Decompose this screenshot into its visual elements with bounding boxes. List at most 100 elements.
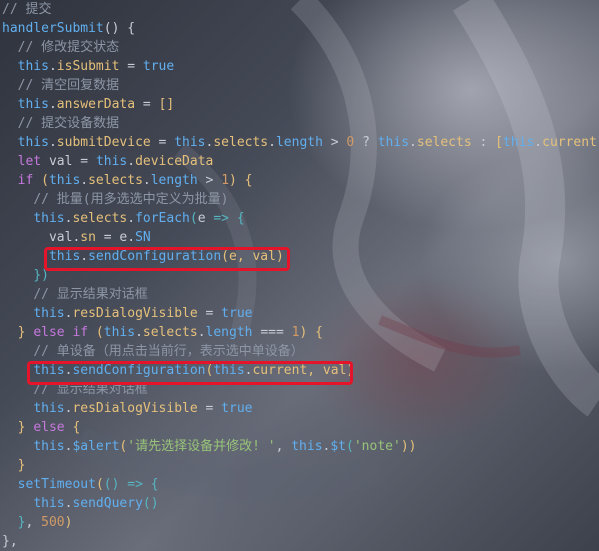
code-token: $alert	[72, 439, 120, 454]
code-token: selects	[142, 325, 198, 340]
code-line: },	[2, 532, 18, 551]
code-line: this.resDialogVisible = true	[2, 399, 252, 418]
code-token: setTimeout	[17, 477, 96, 492]
code-line: if (this.selects.length > 1) {	[2, 171, 253, 190]
code-token: = e.	[95, 230, 136, 245]
code-token: this	[17, 59, 49, 74]
code-token: this	[377, 135, 410, 150]
code-token: current	[542, 135, 597, 150]
code-token: .	[135, 325, 143, 340]
code-token: this	[95, 154, 128, 169]
code-line: }, 500)	[2, 513, 73, 532]
code-token: this	[17, 97, 49, 112]
code-line: // 清空回复数据	[2, 76, 119, 95]
code-token: .	[48, 59, 57, 74]
code-token: (	[95, 477, 104, 492]
code-token: SN	[135, 230, 151, 245]
code-line: // 提交设备数据	[2, 114, 119, 133]
code-line: this.submitDevice = this.selects.length …	[2, 133, 599, 152]
code-token: true	[142, 59, 175, 74]
code-token: forEach	[135, 211, 190, 226]
code-editor: // 提交 handlerSubmit() { // 修改提交状态 this.is…	[0, 0, 599, 551]
code-token: ()	[103, 477, 120, 492]
code-token: this	[33, 496, 65, 511]
code-token: val =	[41, 154, 96, 169]
code-token: // 提交设备数据	[17, 116, 120, 131]
code-token: if	[17, 173, 34, 188]
code-line: this.selects.forEach(e => {	[2, 209, 245, 228]
code-token: sendQuery	[72, 496, 143, 511]
code-line: setTimeout(() => {	[2, 475, 159, 494]
code-token: >	[197, 173, 222, 188]
code-token: ,	[25, 515, 42, 530]
code-token: .	[127, 154, 136, 169]
code-token: length	[150, 173, 198, 188]
code-token: =	[150, 135, 175, 150]
code-line: this.sendQuery()	[2, 494, 158, 513]
code-line: this.isSubmit = true	[2, 57, 175, 76]
code-token: (	[346, 439, 354, 454]
code-token: ===	[252, 325, 292, 340]
code-token: => {	[205, 211, 245, 226]
code-token: :	[471, 135, 496, 150]
code-token: this	[33, 439, 65, 454]
code-token: handlerSubmit	[2, 21, 104, 36]
code-token: ) {	[299, 325, 323, 340]
highlight-box-single-send	[27, 361, 353, 385]
code-token: this	[17, 135, 49, 150]
code-token: (	[88, 325, 104, 340]
code-line: // 修改提交状态	[2, 38, 119, 57]
code-token: .	[80, 173, 89, 188]
code-token: true	[221, 401, 253, 416]
code-line: handlerSubmit() {	[2, 19, 135, 38]
code-token: ))	[400, 439, 417, 454]
code-token: (	[189, 211, 198, 226]
code-token: .	[268, 135, 276, 150]
code-line: // 显示结果对话框	[2, 285, 148, 304]
code-token: submitDevice	[56, 135, 151, 150]
code-token: >	[322, 135, 347, 150]
code-token: =	[197, 401, 222, 416]
code-token: resDialogVisible	[72, 401, 198, 416]
code-token: .	[127, 211, 136, 226]
code-token: this	[33, 401, 65, 416]
code-token: ) {	[229, 173, 253, 188]
code-token: val	[48, 230, 73, 245]
code-token: selects	[72, 211, 128, 226]
code-token: true	[221, 306, 253, 321]
code-token: resDialogVisible	[72, 306, 198, 321]
code-token: $t	[330, 439, 347, 454]
code-token: answerData	[56, 97, 136, 112]
code-token: .	[534, 135, 543, 150]
code-token: let	[17, 154, 42, 169]
code-token: else	[33, 420, 65, 435]
code-token: // 显示结果对话框	[33, 287, 148, 302]
code-line: // 批量(用多选选中定义为批量)	[2, 190, 228, 209]
code-token: sn	[80, 230, 96, 245]
code-token: .	[197, 325, 206, 340]
code-token: // 提交	[2, 2, 52, 17]
code-token: if	[72, 325, 89, 340]
code-token: selects	[416, 135, 472, 150]
code-token: length	[205, 325, 253, 340]
code-token: =	[119, 59, 143, 74]
code-token: '请先选择设备并修改! '	[127, 439, 276, 454]
code-line: this.answerData = []	[2, 95, 175, 114]
code-token: (	[33, 173, 49, 188]
code-line: // 提交	[2, 0, 51, 19]
code-token: isSubmit	[56, 59, 120, 74]
code-token: )	[64, 515, 73, 530]
